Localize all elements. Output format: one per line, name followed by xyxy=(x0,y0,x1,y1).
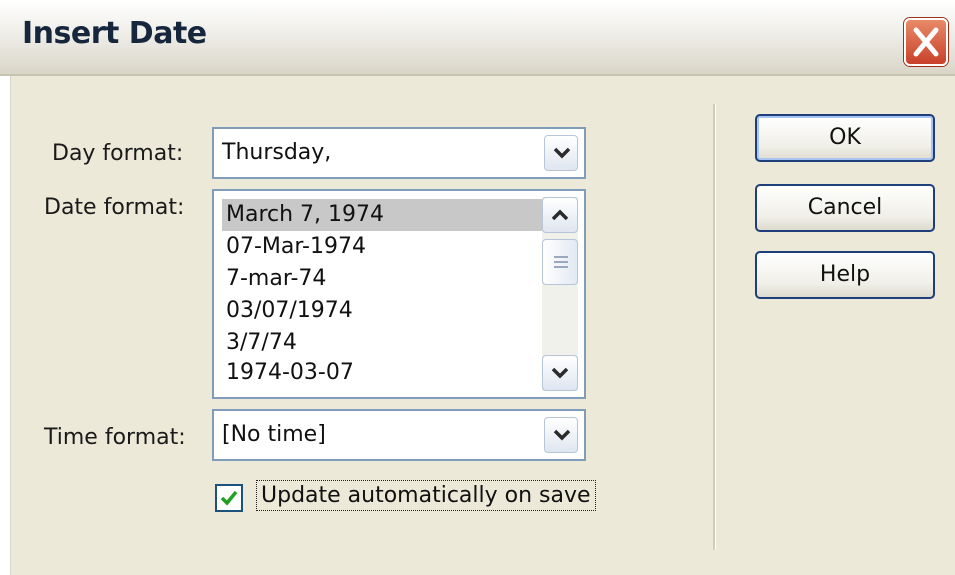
date-format-list[interactable]: March 7, 1974 07-Mar-1974 7-mar-74 03/07… xyxy=(212,189,586,399)
time-format-value: [No time] xyxy=(222,422,326,447)
day-format-label: Day format: xyxy=(52,141,184,166)
date-format-option[interactable]: 03/07/1974 xyxy=(222,295,542,327)
window-frame xyxy=(0,76,11,575)
help-button[interactable]: Help xyxy=(755,251,935,299)
time-format-label: Time format: xyxy=(44,425,186,450)
day-format-dropdown-button[interactable] xyxy=(544,135,578,171)
time-format-select[interactable]: [No time] xyxy=(212,409,586,461)
chevron-up-icon xyxy=(551,209,569,221)
update-automatically-label[interactable]: Update automatically on save xyxy=(256,480,596,511)
chevron-down-icon xyxy=(553,147,571,159)
chevron-down-icon xyxy=(551,367,569,379)
grip-icon xyxy=(554,256,568,258)
grip-icon xyxy=(554,261,568,263)
date-format-option[interactable]: 1974-03-07 xyxy=(222,357,542,389)
date-format-option[interactable]: March 7, 1974 xyxy=(222,199,542,231)
day-format-select[interactable]: Thursday, xyxy=(212,127,586,179)
close-icon xyxy=(913,27,939,57)
checkmark-icon xyxy=(220,490,238,506)
date-format-scrollbar[interactable] xyxy=(542,197,578,391)
title-bar[interactable]: Insert Date xyxy=(0,0,955,76)
close-button[interactable] xyxy=(904,18,948,66)
window-title: Insert Date xyxy=(22,16,207,51)
time-format-dropdown-button[interactable] xyxy=(544,417,578,453)
day-format-value: Thursday, xyxy=(222,140,332,165)
vertical-divider xyxy=(713,104,716,550)
scroll-thumb[interactable] xyxy=(542,239,578,285)
chevron-down-icon xyxy=(553,429,571,441)
ok-button[interactable]: OK xyxy=(755,114,935,162)
cancel-button[interactable]: Cancel xyxy=(755,184,935,232)
scroll-up-button[interactable] xyxy=(542,197,578,233)
scroll-down-button[interactable] xyxy=(542,355,578,391)
date-format-option[interactable]: 7-mar-74 xyxy=(222,263,542,295)
date-format-option[interactable]: 07-Mar-1974 xyxy=(222,231,542,263)
date-format-option[interactable]: 3/7/74 xyxy=(222,327,542,359)
grip-icon xyxy=(554,266,568,268)
update-automatically-checkbox[interactable] xyxy=(215,484,243,512)
insert-date-dialog: Insert Date Day format: Thursday, Date f… xyxy=(0,0,955,575)
date-format-label: Date format: xyxy=(44,195,185,220)
